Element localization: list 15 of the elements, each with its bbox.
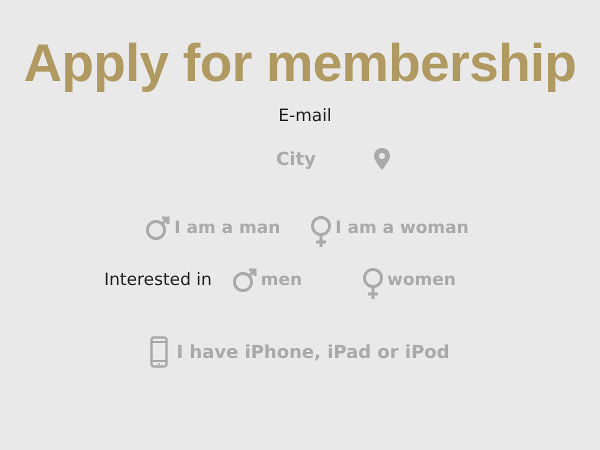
device-checkbox[interactable]: I have iPhone, iPad or iPod [150, 336, 450, 368]
gender-option[interactable]: women [362, 260, 456, 300]
gender-option[interactable]: I am a man [145, 215, 280, 241]
male-icon [232, 267, 258, 293]
city-field[interactable]: City [266, 148, 326, 170]
phone-icon [150, 336, 168, 368]
female-icon [362, 268, 384, 300]
female-icon [310, 216, 332, 248]
gender-option[interactable]: I am a woman [310, 208, 469, 248]
gender-option[interactable]: men [232, 267, 302, 293]
email-label: E-mail [278, 106, 332, 126]
location-pin-icon [374, 148, 390, 170]
interested-in-label: Interested in [104, 270, 212, 290]
page-title: Apply for membership [24, 33, 576, 95]
male-icon [145, 215, 172, 241]
